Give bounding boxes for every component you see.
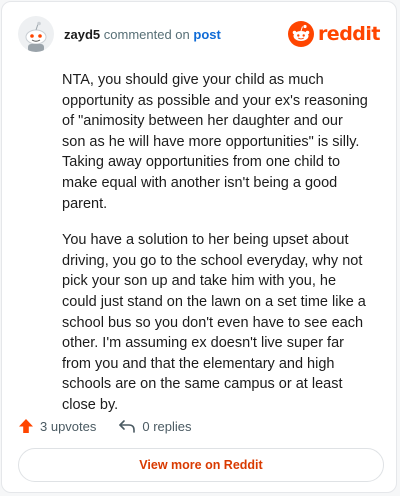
post-link[interactable]: post: [193, 27, 220, 42]
comment-meta: zayd5 commented on post: [64, 27, 221, 42]
reply-count: 0 replies: [142, 418, 192, 434]
commented-on-text: commented on: [103, 27, 190, 42]
reddit-snoo-icon: [287, 21, 314, 47]
snoo-avatar-icon: [18, 16, 54, 52]
upvote-arrow-icon: [19, 419, 33, 433]
upvote-count: 3 upvotes: [40, 418, 97, 434]
comment-body: NTA, you should give your child as much …: [62, 70, 368, 432]
view-more-button[interactable]: View more on Reddit: [18, 448, 384, 482]
reddit-logo[interactable]: reddit: [287, 20, 381, 48]
user-avatar[interactable]: [18, 16, 54, 52]
comment-embed-card: zayd5 commented on post reddit NTA, you …: [1, 1, 397, 493]
comment-header: zayd5 commented on post reddit: [18, 16, 381, 56]
reply-arrow-icon: [119, 420, 136, 433]
username-link[interactable]: zayd5: [64, 27, 100, 42]
reply-stat[interactable]: 0 replies: [118, 418, 192, 434]
comment-paragraph: You have a solution to her being upset a…: [62, 232, 366, 413]
comment-paragraph: NTA, you should give your child as much …: [62, 72, 368, 212]
upvote-stat[interactable]: 3 upvotes: [18, 418, 96, 434]
comment-footer: 3 upvotes 0 replies: [18, 415, 380, 437]
reddit-wordmark: reddit: [317, 23, 381, 45]
